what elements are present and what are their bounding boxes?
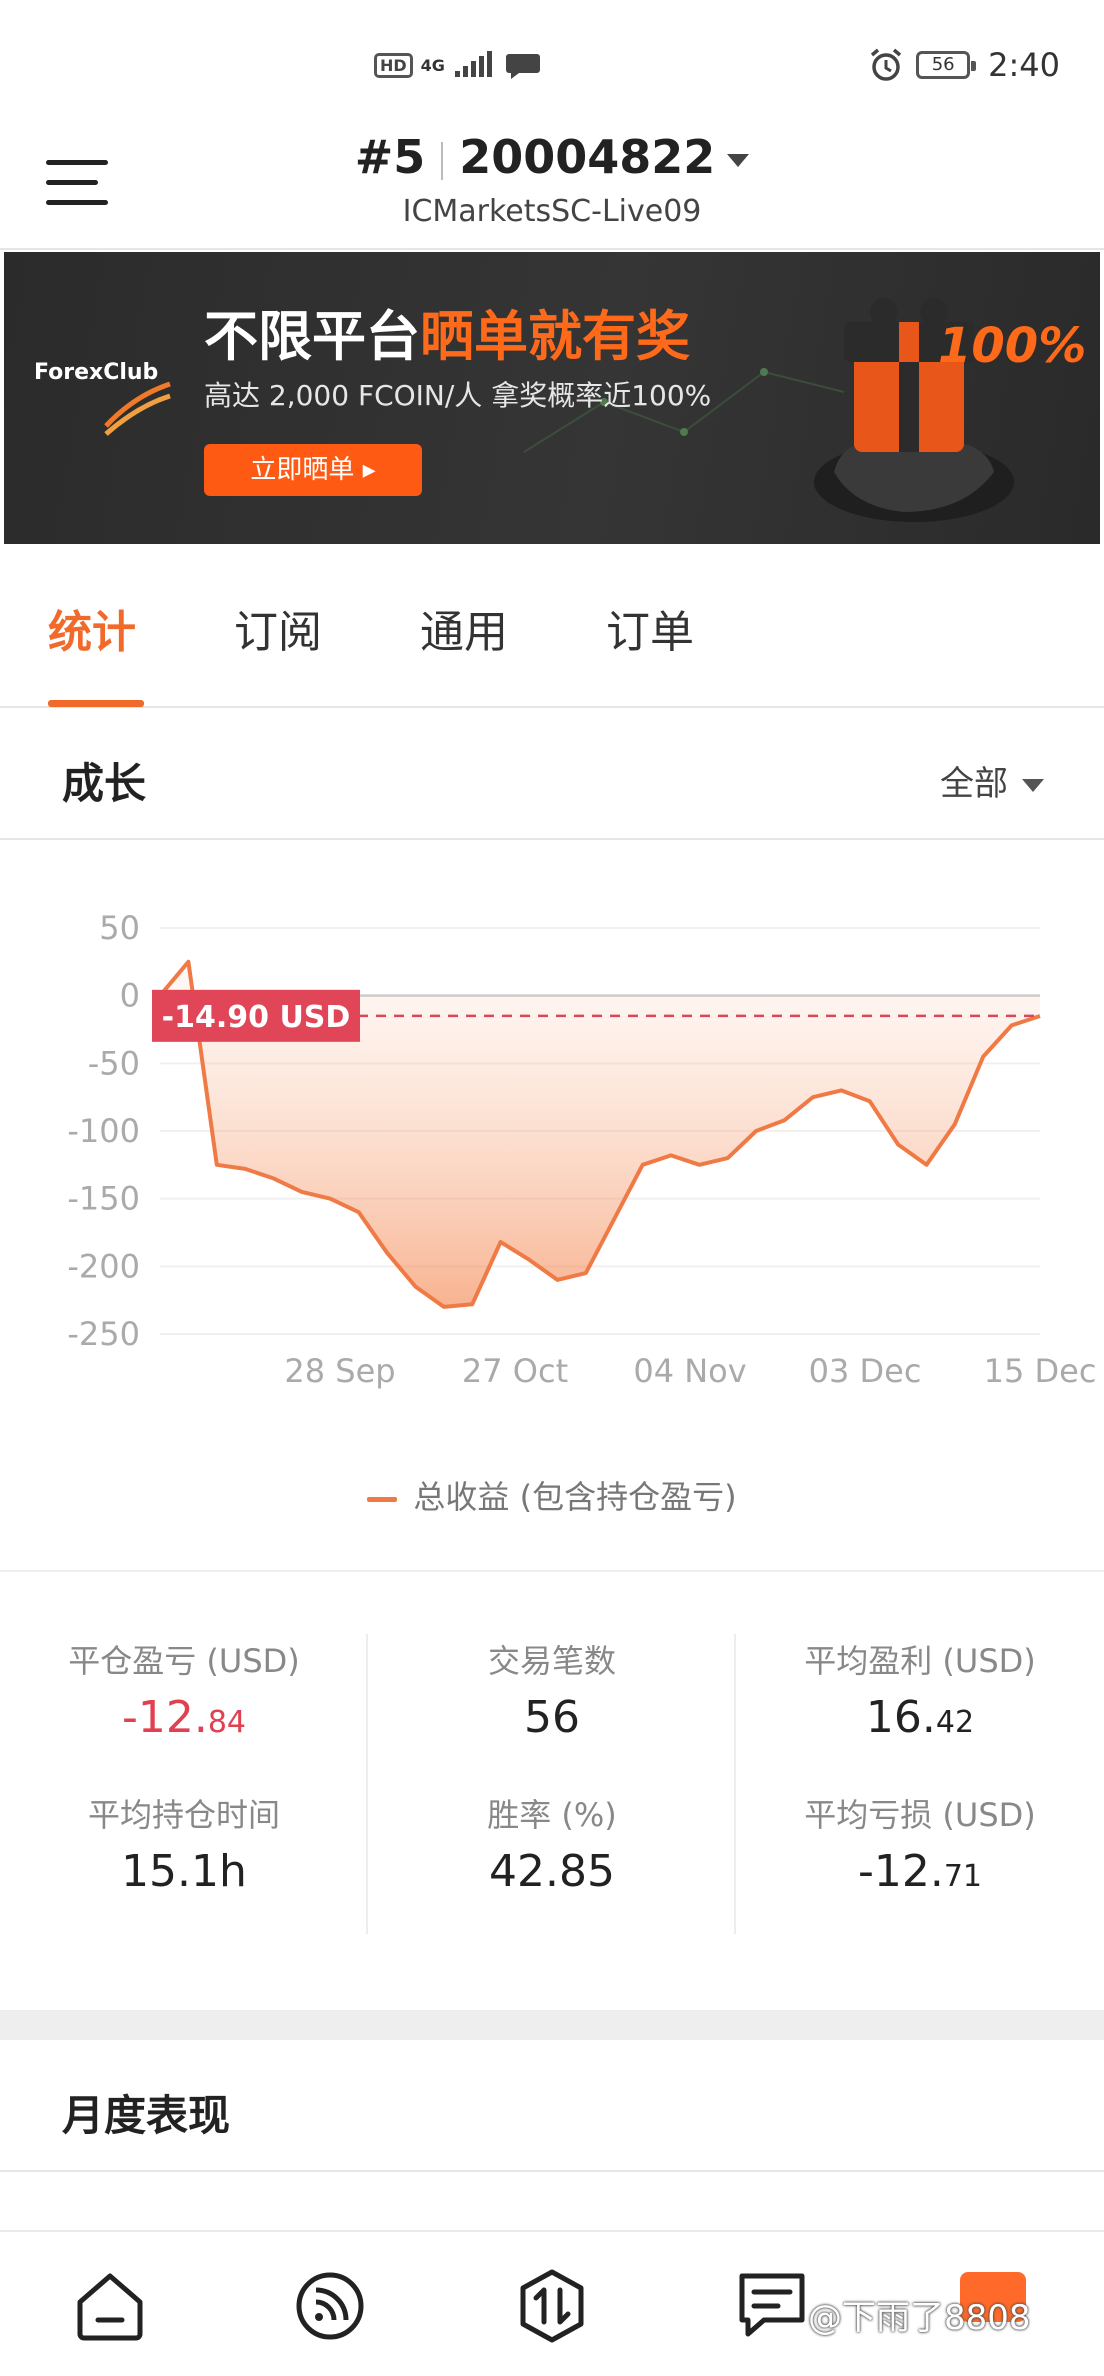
headline-plain: 不限平台 bbox=[204, 305, 420, 368]
stat-label: 平仓盈亏 (USD) bbox=[68, 1642, 300, 1680]
x-tick-label: 27 Oct bbox=[462, 1352, 568, 1390]
stat-value: -12.71 bbox=[736, 1846, 1104, 1897]
x-tick-label: 15 Dec bbox=[984, 1352, 1097, 1390]
y-tick-label: 0 bbox=[120, 977, 140, 1015]
stat-value: 16.42 bbox=[736, 1692, 1104, 1743]
stats-grid: 平仓盈亏 (USD) -12.84 交易笔数 56 平均盈利 (USD) 16.… bbox=[0, 1574, 1104, 2006]
y-tick-label: -200 bbox=[67, 1247, 140, 1285]
tab-bar: 统计 订阅 通用 订单 bbox=[0, 544, 1104, 708]
tab-general[interactable]: 通用 bbox=[420, 596, 508, 660]
chevron-down-icon bbox=[727, 154, 750, 167]
stat-value-dec: 42 bbox=[935, 1705, 975, 1740]
stat-value-int: -12. bbox=[857, 1846, 944, 1897]
legend-swatch bbox=[367, 1496, 398, 1502]
trade-icon[interactable] bbox=[514, 2268, 590, 2344]
status-right: 56 2:40 bbox=[868, 46, 1060, 84]
banner-percent: 100% bbox=[938, 318, 1087, 374]
stat-value-dec: 71 bbox=[943, 1859, 983, 1894]
stat-value-int: 16. bbox=[865, 1692, 936, 1743]
status-left: HD 4G bbox=[374, 50, 541, 80]
home-icon[interactable] bbox=[72, 2268, 148, 2344]
message-icon bbox=[505, 54, 540, 79]
growth-title: 成长 bbox=[62, 759, 147, 808]
stat-trade-count: 交易笔数 56 bbox=[368, 1636, 736, 1743]
chevron-down-icon bbox=[1022, 779, 1044, 792]
growth-section-header: 成长 全部 bbox=[0, 708, 1104, 840]
stat-win-rate: 胜率 (%) 42.85 bbox=[368, 1790, 736, 1897]
banner-subline: 高达 2,000 FCOIN/人 拿奖概率近100% bbox=[204, 379, 712, 412]
feed-icon[interactable] bbox=[292, 2268, 368, 2344]
stat-value-int: 56 bbox=[524, 1692, 580, 1743]
battery-icon: 56 bbox=[916, 51, 977, 79]
x-tick-label: 28 Sep bbox=[284, 1352, 395, 1390]
stat-closed-pnl: 平仓盈亏 (USD) -12.84 bbox=[0, 1636, 368, 1743]
y-tick-label: -250 bbox=[67, 1315, 140, 1353]
tab-active-indicator bbox=[48, 700, 144, 707]
tab-subscribe[interactable]: 订阅 bbox=[234, 596, 322, 660]
filter-label: 全部 bbox=[940, 764, 1008, 804]
stat-value-dec: 84 bbox=[207, 1705, 247, 1740]
network-badge: 4G bbox=[420, 55, 445, 75]
x-tick-label: 04 Nov bbox=[633, 1352, 746, 1390]
current-value-label: -14.90 USD bbox=[162, 1000, 351, 1035]
notes-icon[interactable] bbox=[734, 2268, 810, 2344]
account-selector[interactable]: #5 20004822 bbox=[0, 130, 1104, 184]
chart-legend[interactable]: 总收益 (包含持仓盈亏) bbox=[0, 1472, 1104, 1518]
stat-label: 平均亏损 (USD) bbox=[804, 1796, 1036, 1834]
clock: 2:40 bbox=[988, 46, 1060, 84]
banner-headline: 不限平台晒单就有奖 bbox=[204, 292, 690, 371]
stat-label: 交易笔数 bbox=[487, 1642, 616, 1680]
growth-chart-svg[interactable]: 50 0 -50 -100 -150 -200 -250 -14.90 USD 28 Sep 27… bbox=[0, 842, 1104, 1402]
tab-orders[interactable]: 订单 bbox=[606, 596, 694, 660]
stat-value: 15.1h bbox=[0, 1846, 368, 1897]
stat-value: -12.84 bbox=[0, 1692, 368, 1743]
stat-value-int: 15.1h bbox=[121, 1846, 247, 1897]
bottom-nav: @下雨了8808 bbox=[0, 2230, 1104, 2376]
section-separator bbox=[0, 2010, 1104, 2040]
watermark: @下雨了8808 bbox=[808, 2298, 1031, 2338]
server-name: ICMarketsSC-Live09 bbox=[402, 194, 702, 229]
tab-statistics[interactable]: 统计 bbox=[48, 596, 136, 660]
monthly-section-header[interactable]: 月度表现 bbox=[0, 2040, 1104, 2172]
stat-value: 56 bbox=[368, 1692, 736, 1743]
y-tick-label: -100 bbox=[67, 1112, 140, 1150]
headline-highlight: 晒单就有奖 bbox=[420, 305, 690, 368]
stat-label: 平均持仓时间 bbox=[87, 1796, 280, 1834]
stat-avg-loss: 平均亏损 (USD) -12.71 bbox=[736, 1790, 1104, 1897]
account-index: #5 bbox=[354, 130, 426, 184]
stat-avg-hold-time: 平均持仓时间 15.1h bbox=[0, 1790, 368, 1897]
signal-icon bbox=[454, 51, 492, 77]
legend-label: 总收益 (包含持仓盈亏) bbox=[413, 1478, 737, 1516]
y-tick-label: 50 bbox=[99, 909, 140, 947]
monthly-title: 月度表现 bbox=[62, 2091, 231, 2140]
stat-label: 胜率 (%) bbox=[487, 1796, 617, 1834]
brand-swoosh-icon bbox=[104, 381, 171, 436]
stat-value-int: -12. bbox=[121, 1692, 208, 1743]
divider bbox=[441, 141, 444, 180]
alarm-icon bbox=[871, 48, 902, 81]
growth-filter-dropdown[interactable]: 全部 bbox=[940, 756, 1044, 805]
promo-banner[interactable]: ForexClub 不限平台晒单就有奖 高达 2,000 FCOIN/人 拿奖概… bbox=[4, 252, 1100, 544]
stat-avg-profit: 平均盈利 (USD) 16.42 bbox=[736, 1636, 1104, 1743]
hd-badge: HD bbox=[374, 52, 413, 78]
y-tick-label: -150 bbox=[67, 1180, 140, 1218]
app-header: #5 20004822 ICMarketsSC-Live09 bbox=[0, 120, 1104, 250]
banner-cta-button[interactable]: 立即晒单 ▸ bbox=[204, 444, 422, 496]
account-number: 20004822 bbox=[459, 130, 716, 184]
growth-chart: 50 0 -50 -100 -150 -200 -250 -14.90 USD 28 Sep 27… bbox=[0, 842, 1104, 1572]
status-bar: HD 4G 56 2:40 bbox=[0, 0, 1104, 120]
stat-value: 42.85 bbox=[368, 1846, 736, 1897]
stat-value-int: 42.85 bbox=[489, 1846, 615, 1897]
stat-label: 平均盈利 (USD) bbox=[804, 1642, 1036, 1680]
x-tick-label: 03 Dec bbox=[809, 1352, 922, 1390]
y-tick-label: -50 bbox=[88, 1044, 140, 1082]
